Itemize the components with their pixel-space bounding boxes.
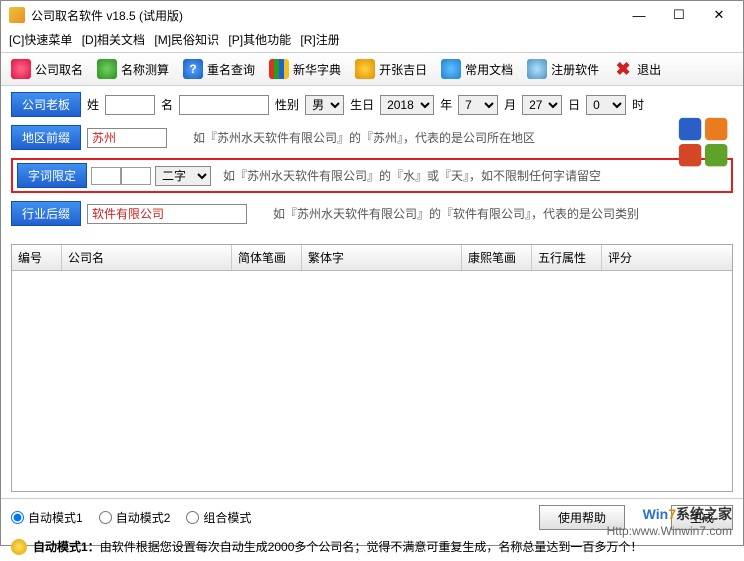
menu-quick[interactable]: [C]快速菜单 xyxy=(9,33,72,47)
tool-lucky-day[interactable]: 开张吉日 xyxy=(355,59,427,79)
help-button[interactable]: 使用帮助 xyxy=(539,505,625,530)
region-hint: 如『苏州水天软件有限公司』的『苏州』，代表的是公司所在地区 xyxy=(193,129,535,146)
col-simp-strokes[interactable]: 简体笔画 xyxy=(232,245,302,270)
tool-dictionary[interactable]: 新华字典 xyxy=(269,59,341,79)
menu-folk[interactable]: [M]民俗知识 xyxy=(154,33,219,47)
heart-icon xyxy=(11,59,31,79)
limit-char-2[interactable] xyxy=(121,167,151,185)
menu-register[interactable]: [R]注册 xyxy=(300,33,339,47)
hour-select[interactable]: 0 xyxy=(586,95,626,115)
close-button[interactable]: ✕ xyxy=(699,1,739,29)
year-select[interactable]: 2018 xyxy=(380,95,434,115)
app-icon xyxy=(9,7,25,23)
tool-name-calc[interactable]: 名称测算 xyxy=(97,59,169,79)
industry-suffix-button[interactable]: 行业后缀 xyxy=(11,201,81,226)
given-input[interactable] xyxy=(179,95,269,115)
birth-label: 生日 xyxy=(350,96,374,113)
surname-input[interactable] xyxy=(105,95,155,115)
mode-auto2[interactable]: 自动模式2 xyxy=(99,509,171,526)
col-company[interactable]: 公司名 xyxy=(62,245,232,270)
gender-select[interactable]: 男 xyxy=(305,95,344,115)
monitor-icon xyxy=(527,59,547,79)
bulb-icon xyxy=(11,539,27,555)
tool-dup-query[interactable]: ?重名查询 xyxy=(183,59,255,79)
flag-icon xyxy=(269,59,289,79)
results-table[interactable]: 编号 公司名 简体笔画 繁体字 康熙笔画 五行属性 评分 xyxy=(11,244,733,492)
region-prefix-button[interactable]: 地区前缀 xyxy=(11,125,81,150)
suffix-input[interactable] xyxy=(87,204,247,224)
col-wuxing[interactable]: 五行属性 xyxy=(532,245,602,270)
month-select[interactable]: 7 xyxy=(458,95,498,115)
tool-common-docs[interactable]: 常用文档 xyxy=(441,59,513,79)
limit-hint: 如『苏州水天软件有限公司』的『水』或『天』，如不限制任何字请留空 xyxy=(223,167,601,184)
minimize-button[interactable]: — xyxy=(619,1,659,29)
doc-icon xyxy=(441,59,461,79)
maximize-button[interactable]: ☐ xyxy=(659,1,699,29)
col-score[interactable]: 评分 xyxy=(602,245,732,270)
limit-char-1[interactable] xyxy=(91,167,121,185)
mode-auto1[interactable]: 自动模式1 xyxy=(11,509,83,526)
tool-exit[interactable]: ✖退出 xyxy=(613,59,661,79)
col-trad[interactable]: 繁体字 xyxy=(302,245,462,270)
surname-label: 姓 xyxy=(87,96,99,113)
footer-label: 自动模式1： xyxy=(33,538,100,555)
star-icon xyxy=(355,59,375,79)
boss-button[interactable]: 公司老板 xyxy=(11,92,81,117)
office-logo-icon xyxy=(677,116,733,172)
tool-register[interactable]: 注册软件 xyxy=(527,59,599,79)
mode-combo[interactable]: 组合模式 xyxy=(186,509,251,526)
footer-text: 由软件根据您设置每次自动生成2000多个公司名；觉得不满意可重复生成，名称总量达… xyxy=(100,538,643,555)
close-icon: ✖ xyxy=(613,59,633,79)
menubar[interactable]: [C]快速菜单 [D]相关文档 [M]民俗知识 [P]其他功能 [R]注册 xyxy=(1,29,743,53)
menu-other[interactable]: [P]其他功能 xyxy=(228,33,291,47)
word-limit-row: 字词限定 二字 如『苏州水天软件有限公司』的『水』或『天』，如不限制任何字请留空 xyxy=(11,158,733,193)
region-input[interactable] xyxy=(87,128,167,148)
arrow-icon xyxy=(97,59,117,79)
gender-label: 性别 xyxy=(275,96,299,113)
generate-button[interactable]: 生成 xyxy=(671,505,733,530)
menu-docs[interactable]: [D]相关文档 xyxy=(82,33,145,47)
limit-count-select[interactable]: 二字 xyxy=(155,166,211,186)
tool-company-name[interactable]: 公司取名 xyxy=(11,59,83,79)
col-kangxi[interactable]: 康熙笔画 xyxy=(462,245,532,270)
col-id[interactable]: 编号 xyxy=(12,245,62,270)
given-label: 名 xyxy=(161,96,173,113)
day-select[interactable]: 27 xyxy=(522,95,562,115)
suffix-hint: 如『苏州水天软件有限公司』的『软件有限公司』，代表的是公司类别 xyxy=(273,205,639,222)
question-icon: ? xyxy=(183,59,203,79)
window-title: 公司取名软件 v18.5 (试用版) xyxy=(31,7,619,24)
word-limit-button[interactable]: 字词限定 xyxy=(17,163,87,188)
